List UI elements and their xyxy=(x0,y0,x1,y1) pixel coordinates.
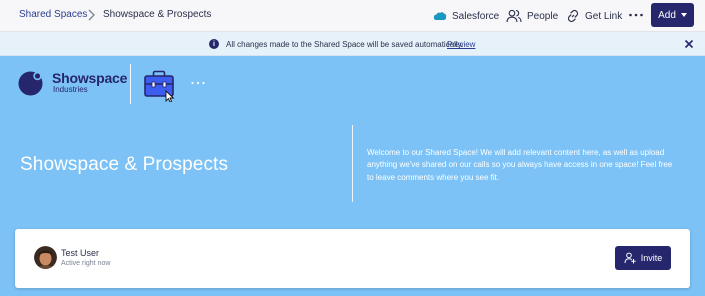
caret-down-icon xyxy=(680,13,687,17)
close-icon[interactable] xyxy=(683,38,695,50)
user-name: Test User xyxy=(61,248,100,258)
showspace-logo-icon xyxy=(18,71,43,96)
member-card: Test User Active right now Invite xyxy=(15,229,690,288)
top-bar: Shared Spaces Showspace & Prospects Sale… xyxy=(0,0,705,32)
banner-message: All changes made to the Shared Space wil… xyxy=(226,40,464,49)
chevron-right-icon xyxy=(88,9,95,21)
space-description: Welcome to our Shared Space! We will add… xyxy=(367,148,673,182)
people-button[interactable]: People xyxy=(506,0,558,32)
salesforce-label: Salesforce xyxy=(452,10,500,22)
invite-button[interactable]: Invite xyxy=(615,246,671,270)
hero-divider xyxy=(352,125,353,202)
logo-name: Showspace xyxy=(52,70,128,86)
more-horizontal-icon[interactable] xyxy=(628,9,644,21)
salesforce-button[interactable]: Salesforce xyxy=(433,0,499,32)
user-status: Active right now xyxy=(61,260,111,267)
people-label: People xyxy=(527,10,559,22)
avatar xyxy=(34,246,57,269)
salesforce-cloud-icon xyxy=(433,12,447,20)
briefcase-icon[interactable] xyxy=(143,68,177,102)
get-link-button[interactable]: Get Link xyxy=(566,0,622,32)
people-icon xyxy=(506,9,522,23)
breadcrumb-current: Showspace & Prospects xyxy=(103,9,212,20)
autosave-banner: i All changes made to the Shared Space w… xyxy=(0,32,705,56)
more-options-icon[interactable] xyxy=(190,78,206,88)
get-link-label: Get Link xyxy=(585,10,623,22)
invite-label: Invite xyxy=(640,253,663,263)
breadcrumb-shared-spaces[interactable]: Shared Spaces xyxy=(19,9,87,20)
preview-link[interactable]: Preview xyxy=(447,40,475,49)
logo-subtitle: Industries xyxy=(53,85,88,94)
add-user-icon xyxy=(624,252,636,264)
info-icon: i xyxy=(209,39,219,49)
logo-divider xyxy=(130,64,131,104)
add-label: Add xyxy=(658,9,676,21)
space-title: Showspace & Prospects xyxy=(20,154,229,175)
add-button[interactable]: Add xyxy=(651,3,694,27)
link-icon xyxy=(567,9,579,23)
